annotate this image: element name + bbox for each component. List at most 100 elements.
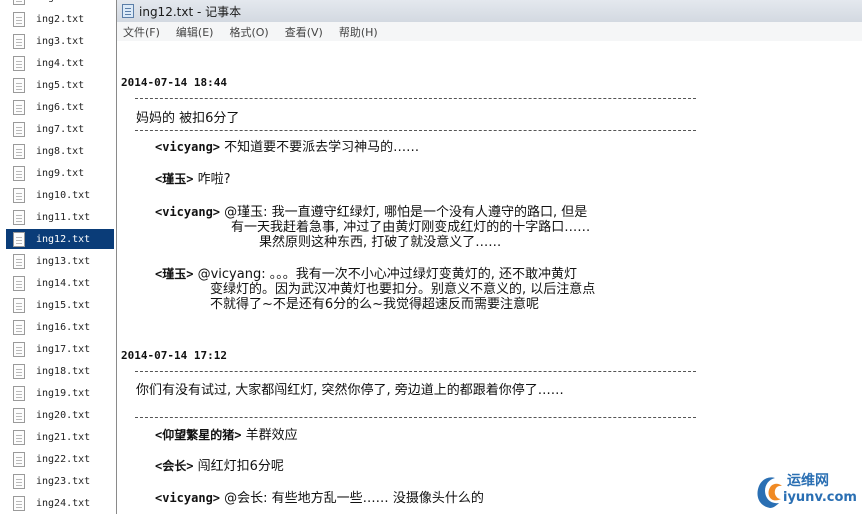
file-list-item[interactable]: ing17.txt [6,339,114,359]
text-file-icon [13,253,25,269]
notepad-window: ing12.txt - 记事本 文件(F) 编辑(E) 格式(O) 查看(V) … [116,0,862,514]
file-list-item[interactable]: ing15.txt [6,295,114,315]
comment: <vicyang> @会长: 有些地方乱一些…… 没摄像头什么的 [155,491,484,506]
text-file-icon [13,385,25,401]
menu-edit[interactable]: 编辑(E) [176,24,214,40]
comment-author: <vicyang> [155,491,221,505]
file-list-item[interactable]: ing8.txt [6,141,114,161]
text-file-icon [13,495,25,511]
text-file-icon [13,341,25,357]
file-name: ing21.txt [36,431,91,443]
file-list-item[interactable]: ing21.txt [6,427,114,447]
comment-author: <vicyang> [155,205,221,219]
menu-view[interactable]: 查看(V) [285,24,323,40]
text-file-icon [13,297,25,313]
file-list-item[interactable]: ing19.txt [6,383,114,403]
menu-bar: 文件(F) 编辑(E) 格式(O) 查看(V) 帮助(H) [117,22,862,42]
file-name: ing20.txt [36,409,91,421]
divider [135,98,696,99]
file-name: ing14.txt [36,277,91,289]
text-file-icon [13,143,25,159]
comment-text: @会长: 有些地方乱一些…… 没摄像头什么的 [224,491,484,506]
watermark-title: 运维网 [787,473,829,489]
file-name: ing7.txt [36,123,85,135]
text-file-icon [13,99,25,115]
file-name: ing18.txt [36,365,91,377]
file-list-item[interactable]: ing5.txt [6,75,114,95]
file-list-item[interactable]: ing13.txt [6,251,114,271]
comment-author: <会长> [155,459,194,473]
file-list: ing1.txt ing2.txt ing3.txt ing4.txt ing5.txt… [0,0,114,514]
comment-text: 有一天我赶着急事, 冲过了由黄灯刚变成红灯的的十字路口…… [231,220,591,235]
menu-file[interactable]: 文件(F) [123,24,160,40]
file-list-item[interactable]: ing6.txt [6,97,114,117]
menu-format[interactable]: 格式(O) [229,24,268,40]
file-name: ing5.txt [36,79,85,91]
file-list-item[interactable]: ing2.txt [6,9,114,29]
comment-text: @vicyang: 。。。我有一次不小心冲过绿灯变黄灯的, 还不敢冲黄灯 [197,267,577,282]
post-date: 2014-07-14 17:12 [121,349,227,362]
file-name: ing2.txt [36,13,85,25]
file-list-item[interactable]: ing16.txt [6,317,114,337]
text-file-icon [13,0,25,5]
text-file-icon [13,187,25,203]
post-text: 妈妈的 被扣6分了 [136,111,240,126]
title-bar[interactable]: ing12.txt - 记事本 [117,0,862,23]
comment-text: @瑾玉: 我一直遵守红绿灯, 哪怕是一个没有人遵守的路口, 但是 [224,205,588,220]
comment-author: <瑾玉> [155,172,194,186]
comment-text: 羊群效应 [245,428,298,443]
file-name: ing3.txt [36,35,85,47]
text-file-icon [13,209,25,225]
text-file-icon [13,55,25,71]
file-list-item[interactable]: ing9.txt [6,163,114,183]
text-file-icon [13,11,25,27]
menu-help[interactable]: 帮助(H) [339,24,378,40]
logo-swirl-icon [757,477,782,508]
file-list-item[interactable]: ing18.txt [6,361,114,381]
comment: <仰望繁星的猪> 羊群效应 [155,428,298,443]
file-list-item[interactable]: ing22.txt [6,449,114,469]
text-file-icon [13,451,25,467]
divider [135,371,696,372]
text-file-icon [13,473,25,489]
file-name: ing19.txt [36,387,91,399]
comment: <vicyang> 不知道要不要派去学习神马的…… [155,140,419,155]
file-name: ing15.txt [36,299,91,311]
file-list-item[interactable]: ing10.txt [6,185,114,205]
comment: <会长> 闯红灯扣6分呢 [155,459,284,474]
file-name: ing16.txt [36,321,91,333]
file-list-item[interactable]: ing24.txt [6,493,114,513]
comment-text: 变绿灯的。因为武汉冲黄灯也要扣分。别意义不意义的, 以后注意点 [210,282,596,297]
text-file-icon [13,121,25,137]
comment-text: 咋啦? [197,172,231,187]
comment-author: <瑾玉> [155,267,194,281]
notepad-icon [122,4,134,18]
text-file-icon [13,363,25,379]
comment-author: <vicyang> [155,140,221,154]
text-file-icon [13,33,25,49]
file-list-item[interactable]: ing11.txt [6,207,114,227]
comment: <vicyang> @瑾玉: 我一直遵守红绿灯, 哪怕是一个没有人遵守的路口, … [155,205,590,250]
comment: <瑾玉> 咋啦? [155,172,231,187]
file-name: ing23.txt [36,475,91,487]
file-list-item[interactable]: ing3.txt [6,31,114,51]
file-name: ing8.txt [36,145,85,157]
file-list-item[interactable]: ing4.txt [6,53,114,73]
file-name: ing1.txt [36,0,84,3]
file-list-item[interactable]: ing20.txt [6,405,114,425]
text-file-icon [13,165,25,181]
post-text: 你们有没有试过, 大家都闯红灯, 突然你停了, 旁边道上的都跟着你停了…… [136,383,564,398]
file-name: ing13.txt [36,255,91,267]
text-area[interactable]: 2014-07-14 18:44 妈妈的 被扣6分了 <vicyang> 不知道… [117,41,862,514]
file-list-item[interactable]: ing12.txt [6,229,114,249]
file-name: ing11.txt [36,211,91,223]
file-list-item[interactable]: ing7.txt [6,119,114,139]
text-file-icon [13,231,25,247]
comment-author: <仰望繁星的猪> [155,428,242,442]
comment: <瑾玉> @vicyang: 。。。我有一次不小心冲过绿灯变黄灯的, 还不敢冲黄… [155,267,595,312]
file-list-item[interactable]: ing14.txt [6,273,114,293]
file-list-item[interactable]: ing23.txt [6,471,114,491]
comment-text: 不知道要不要派去学习神马的…… [224,140,420,155]
file-name: ing24.txt [36,497,91,509]
file-list-item[interactable]: ing1.txt [6,0,114,7]
